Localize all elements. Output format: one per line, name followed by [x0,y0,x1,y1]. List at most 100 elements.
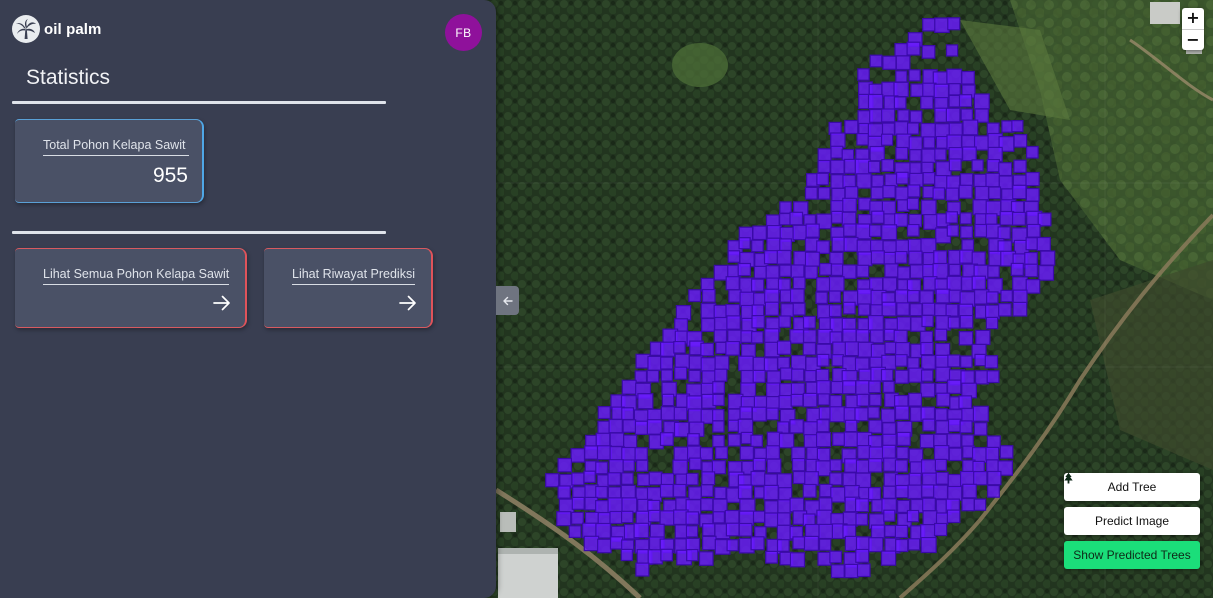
predicted-tree-box[interactable] [869,54,883,68]
predicted-tree-box[interactable] [790,264,805,279]
predicted-tree-box[interactable] [843,223,857,237]
predicted-tree-box[interactable] [766,458,782,474]
predicted-tree-box[interactable] [908,136,923,151]
predicted-tree-box[interactable] [909,149,922,162]
predicted-tree-box[interactable] [973,93,990,110]
predicted-tree-box[interactable] [922,510,938,526]
predicted-tree-box[interactable] [672,483,687,498]
predicted-tree-box[interactable] [856,393,870,407]
predicted-tree-box[interactable] [935,161,952,178]
predicted-tree-box[interactable] [882,277,898,292]
predicted-tree-box[interactable] [685,472,699,486]
predicted-tree-box[interactable] [751,304,765,317]
predicted-tree-box[interactable] [556,511,572,527]
predicted-tree-box[interactable] [764,473,779,488]
predicted-tree-box[interactable] [571,472,585,486]
predicted-tree-box[interactable] [987,278,1003,294]
predicted-tree-box[interactable] [779,367,794,381]
predicted-tree-box[interactable] [829,406,846,423]
predicted-tree-box[interactable] [962,119,979,136]
predicted-tree-box[interactable] [685,511,700,525]
predicted-tree-box[interactable] [999,210,1015,226]
predicted-tree-box[interactable] [920,122,936,139]
predicted-tree-box[interactable] [714,446,728,460]
predicted-tree-box[interactable] [947,473,962,489]
predicted-tree-box[interactable] [922,18,936,32]
predicted-tree-box[interactable] [595,432,611,448]
predicted-tree-box[interactable] [595,461,609,475]
predicted-tree-box[interactable] [646,369,660,383]
predicted-tree-box[interactable] [597,406,611,420]
predicted-tree-box[interactable] [633,522,650,539]
predicted-tree-box[interactable] [971,251,986,266]
predicted-tree-box[interactable] [687,433,700,446]
predicted-tree-box[interactable] [895,146,909,160]
predicted-tree-box[interactable] [751,315,765,329]
predicted-tree-box[interactable] [688,486,702,500]
predicted-tree-box[interactable] [701,535,717,551]
predicted-tree-box[interactable] [675,305,692,321]
predicted-tree-box[interactable] [673,421,690,438]
predicted-tree-box[interactable] [804,251,820,267]
predicted-tree-box[interactable] [947,354,961,368]
predicted-tree-box[interactable] [906,290,920,303]
predicted-tree-box[interactable] [906,197,920,211]
predicted-tree-box[interactable] [855,512,869,526]
predicted-tree-box[interactable] [867,406,880,419]
predicted-tree-box[interactable] [620,510,634,524]
predicted-tree-box[interactable] [830,132,846,148]
predicted-tree-box[interactable] [753,265,767,279]
predicted-tree-box[interactable] [570,511,584,525]
predicted-tree-box[interactable] [934,148,947,161]
predicted-tree-box[interactable] [621,497,638,514]
predicted-tree-box[interactable] [867,160,881,174]
predicted-tree-box[interactable] [908,250,923,265]
predicted-tree-box[interactable] [713,304,728,319]
predicted-tree-box[interactable] [829,550,843,564]
predicted-tree-box[interactable] [908,367,924,383]
predicted-tree-box[interactable] [584,445,599,460]
predicted-tree-box[interactable] [698,551,714,566]
predicted-tree-box[interactable] [935,471,949,485]
predicted-tree-box[interactable] [737,262,752,277]
predicted-tree-box[interactable] [842,472,857,487]
predicted-tree-box[interactable] [779,264,792,278]
predicted-tree-box[interactable] [985,446,1000,461]
predicted-tree-box[interactable] [856,264,870,278]
predicted-tree-box[interactable] [882,422,897,437]
predicted-tree-box[interactable] [817,148,832,163]
predicted-tree-box[interactable] [701,289,716,303]
predicted-tree-box[interactable] [882,380,895,393]
predicted-tree-box[interactable] [557,457,572,473]
predicted-tree-box[interactable] [659,341,676,357]
predicted-tree-box[interactable] [908,448,924,463]
predicted-tree-box[interactable] [895,484,909,499]
predicted-tree-box[interactable] [895,538,909,553]
predicted-tree-box[interactable] [1025,171,1040,187]
predicted-tree-box[interactable] [871,210,885,224]
predicted-tree-box[interactable] [699,447,714,461]
add-tree-button[interactable]: Add Tree [1064,473,1200,501]
predicted-tree-box[interactable] [765,382,781,398]
predicted-tree-box[interactable] [648,471,663,486]
predicted-tree-box[interactable] [946,224,959,237]
predicted-tree-box[interactable] [802,329,817,343]
predicted-tree-box[interactable] [597,538,612,554]
predicted-tree-box[interactable] [792,470,806,485]
predicted-tree-box[interactable] [857,303,871,316]
predicted-tree-box[interactable] [831,354,844,367]
predicted-tree-box[interactable] [884,173,899,188]
predicted-tree-box[interactable] [1036,236,1051,252]
predicted-tree-box[interactable] [844,186,859,200]
predicted-tree-box[interactable] [881,122,895,136]
predicted-tree-box[interactable] [935,136,949,149]
predicted-tree-box[interactable] [712,511,725,524]
predicted-tree-box[interactable] [961,434,974,447]
predicted-tree-box[interactable] [659,432,674,447]
predicted-tree-box[interactable] [778,212,792,226]
predicted-tree-box[interactable] [998,303,1012,317]
predicted-tree-box[interactable] [987,265,1000,278]
predicted-tree-box[interactable] [869,108,884,123]
predicted-tree-box[interactable] [609,432,625,447]
predicted-tree-box[interactable] [973,498,987,511]
